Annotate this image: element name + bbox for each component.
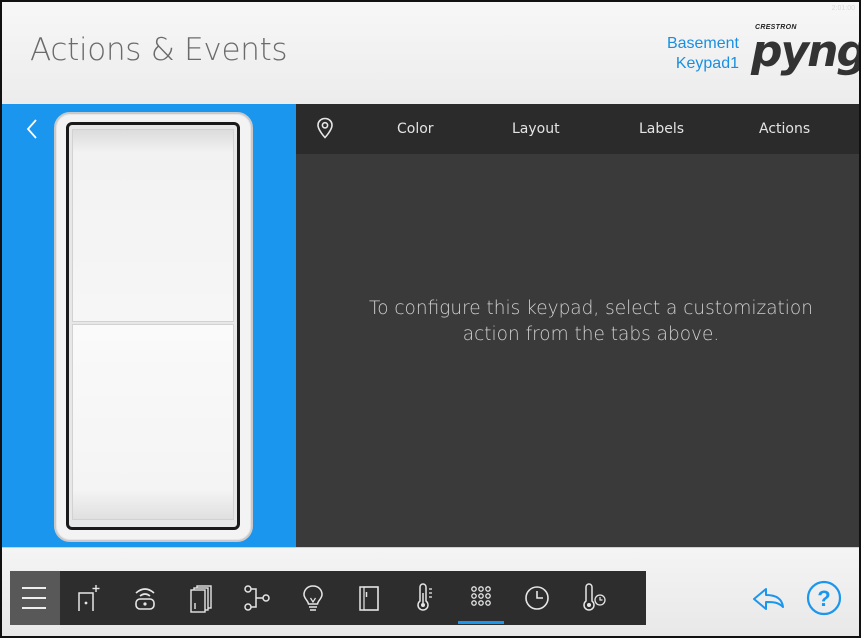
svg-text:?: ? [817,586,830,611]
menu-icon [22,587,46,609]
navigation-toolbar [10,571,646,625]
back-chevron-icon[interactable] [24,118,40,140]
door-icon [359,586,379,611]
instruction-message: To configure this keypad, select a custo… [326,296,856,348]
clock-icon [525,586,549,610]
sequence-button[interactable] [234,571,280,625]
header: Actions & Events Basement Keypad1 CRESTR… [2,2,859,104]
remote-button[interactable] [122,571,168,625]
page-title: Actions & Events [30,32,288,68]
lights-button[interactable] [290,571,336,625]
remote-icon [135,588,155,610]
logo-text: pyng [751,26,861,77]
tab-color[interactable]: Color [397,121,434,137]
keypad-faceplate [54,112,253,542]
tab-layout[interactable]: Layout [512,121,560,137]
schedule-button[interactable] [514,571,560,625]
room-device-label[interactable]: Basement Keypad1 [667,34,739,74]
crestron-pyng-logo: CRESTRON pyng [747,24,859,84]
message-line-1: To configure this keypad, select a custo… [369,298,813,319]
tab-bar: Color Layout Labels Actions [296,104,859,154]
keypad-button-top[interactable] [72,129,234,322]
message-line-2: action from the tabs above. [462,324,720,345]
climate-button[interactable] [402,571,448,625]
tab-actions[interactable]: Actions [759,121,810,137]
keypad-button-bottom[interactable] [72,324,234,520]
device-name: Keypad1 [675,55,739,72]
keypad-icon [471,586,491,606]
room-name: Basement [666,35,739,52]
lightbulb-icon [303,585,323,611]
shades-button[interactable] [178,571,224,625]
bottom-right-controls: ? [737,575,847,625]
corner-text: 2:01:00 [831,5,855,12]
menu-button[interactable] [10,571,60,625]
add-device-button[interactable] [66,571,112,625]
temperature-sensor-button[interactable] [570,571,616,625]
undo-icon[interactable] [751,585,785,613]
thermometer-icon [417,583,432,611]
temperature-sensor-icon [583,583,606,611]
add-device-icon [78,585,100,611]
configuration-pane: Color Layout Labels Actions To configure… [296,104,859,547]
keypad-button[interactable] [458,571,504,625]
tab-labels[interactable]: Labels [639,121,684,137]
shades-icon [190,585,212,613]
app-window: Actions & Events Basement Keypad1 CRESTR… [0,0,861,638]
bottom-bar: ? [2,547,859,636]
door-button[interactable] [346,571,392,625]
keypad-frame [66,122,240,530]
location-pin-icon[interactable] [316,117,334,139]
keypad-preview-pane [2,104,296,547]
sequence-icon [244,585,270,611]
help-icon[interactable]: ? [805,579,843,617]
